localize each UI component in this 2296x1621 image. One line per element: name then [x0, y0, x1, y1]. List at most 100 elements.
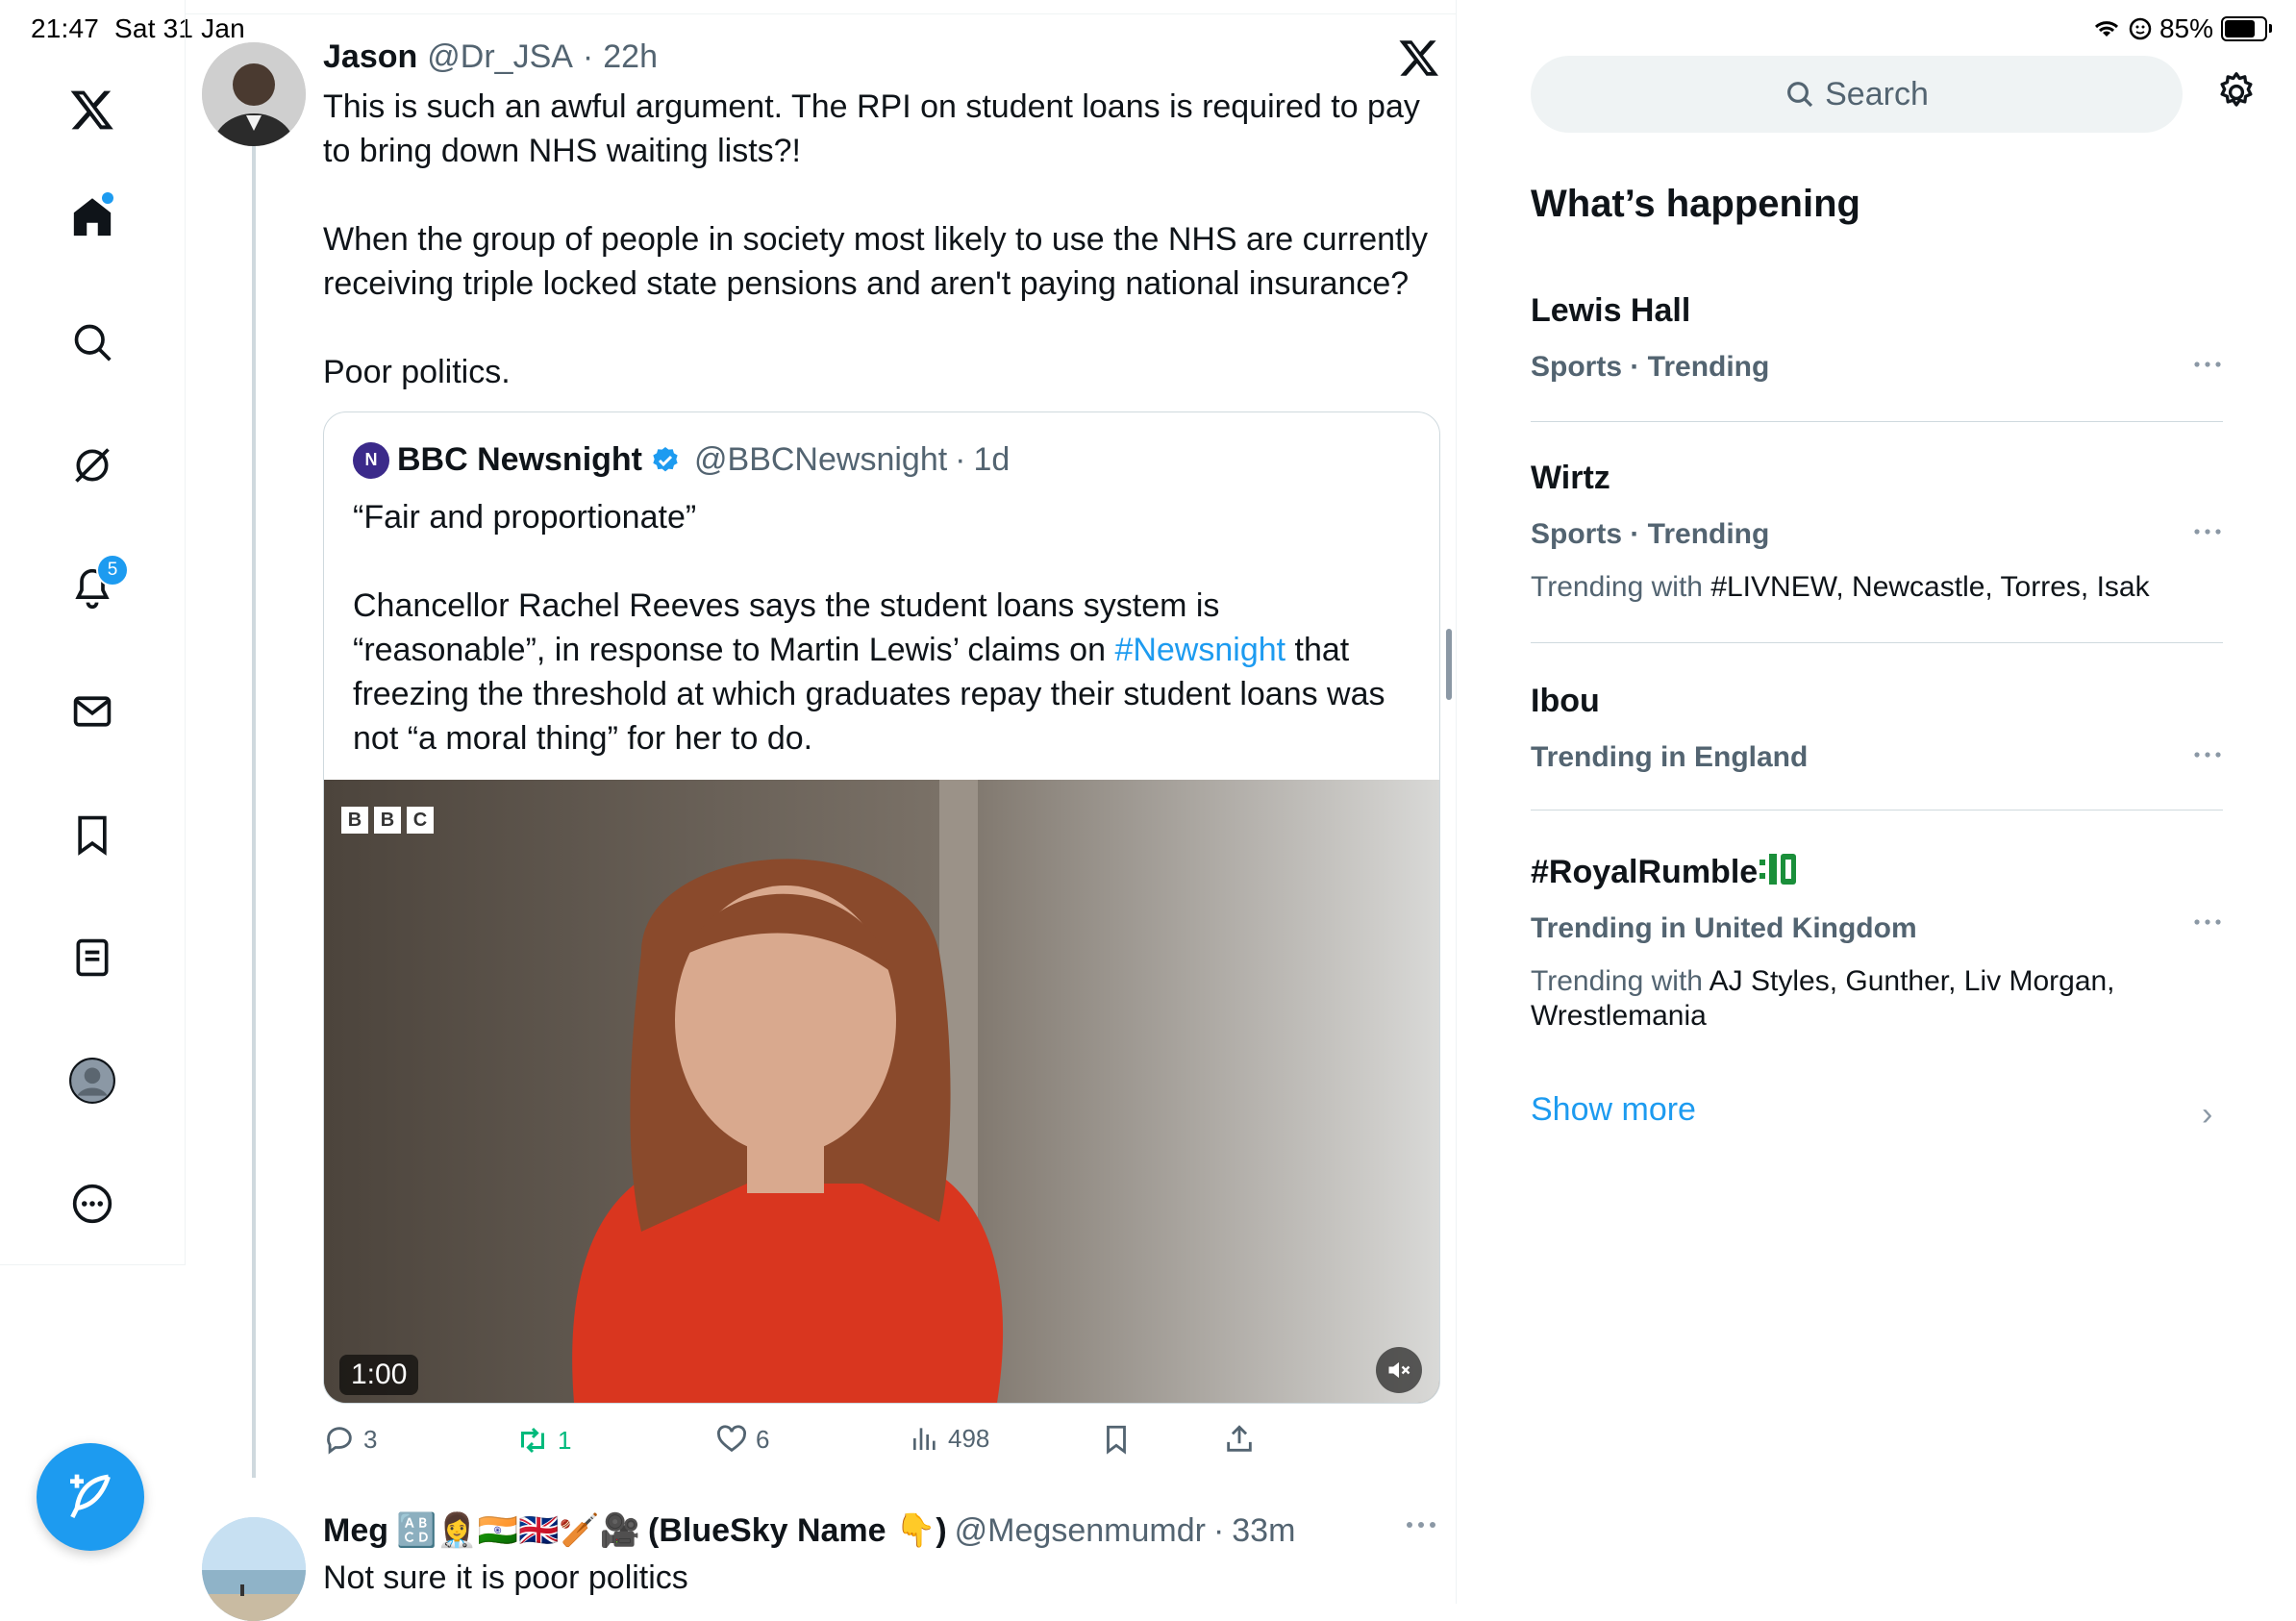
notifications-badge: 5	[96, 554, 129, 586]
tweet-actions: 3 1 6 498	[323, 1423, 1285, 1465]
quote-author-handle: @BBCNewsnight	[694, 441, 948, 478]
repost-button[interactable]: 1	[515, 1423, 571, 1458]
status-indicators: 85%	[2092, 13, 2272, 44]
trend-with: Trending with AJ Styles, Gunther, Liv Mo…	[1531, 965, 2115, 1032]
tweet-paragraph: This is such an awful argument. The RPI …	[323, 88, 1420, 169]
tweet-paragraph: Poor politics.	[323, 354, 511, 390]
trend-name: Lewis Hall	[1531, 292, 1691, 329]
hashtag-link[interactable]: #Newsnight	[1114, 632, 1285, 668]
trend-name: Ibou	[1531, 683, 1600, 719]
author-name[interactable]: Jason	[323, 38, 417, 76]
gear-icon[interactable]	[2215, 71, 2258, 113]
author-handle[interactable]: @Megsenmumdr	[955, 1512, 1206, 1550]
tweet-time[interactable]: 22h	[603, 38, 658, 76]
like-count: 6	[756, 1424, 770, 1454]
newsnight-logo-icon: N	[353, 441, 389, 479]
trend-meta: Sports · Trending	[1531, 351, 1770, 383]
quote-header: N BBC Newsnight @BBCNewsnight · 1d	[353, 441, 1010, 479]
scrollbar[interactable]	[1446, 629, 1452, 700]
thread-connector	[252, 146, 256, 1478]
whats-happening-title: What’s happening	[1531, 183, 1860, 225]
tweet-paragraph: When the group of people in society most…	[323, 221, 1429, 302]
repost-icon	[521, 1427, 544, 1454]
nav-profile[interactable]	[63, 1052, 121, 1110]
focus-icon	[2129, 17, 2152, 40]
quote-line: “Fair and proportionate”	[353, 499, 697, 536]
repost-count: 1	[558, 1425, 572, 1455]
more-options-icon[interactable]	[2192, 917, 2223, 927]
trend-item[interactable]: Ibou Trending in England	[1531, 683, 2223, 774]
x-logo-icon[interactable]	[1398, 37, 1440, 79]
trend-with: Trending with #LIVNEW, Newcastle, Torres…	[1531, 571, 2150, 603]
nav-search[interactable]	[63, 313, 121, 371]
x-logo-icon[interactable]	[63, 81, 121, 138]
royal-rumble-hashflag-icon	[1759, 854, 1797, 885]
trend-item[interactable]: Lewis Hall Sports · Trending	[1531, 292, 2223, 384]
quote-paragraph: Chancellor Rachel Reeves says the studen…	[353, 587, 1385, 757]
compose-quill-icon	[70, 1474, 111, 1519]
avatar[interactable]	[202, 1517, 306, 1621]
home-unread-dot	[102, 192, 113, 204]
author-handle[interactable]: @Dr_JSA	[427, 38, 573, 76]
views-button[interactable]: 498	[910, 1423, 989, 1454]
heart-icon	[717, 1425, 746, 1453]
bookmark-icon	[1107, 1425, 1126, 1455]
nav-bookmarks[interactable]	[63, 806, 121, 863]
share-button[interactable]	[1223, 1423, 1256, 1456]
nav-lists[interactable]	[63, 929, 121, 986]
more-options-icon[interactable]	[2192, 360, 2223, 369]
quoted-tweet[interactable]: N BBC Newsnight @BBCNewsnight · 1d “Fair…	[323, 411, 1440, 1404]
battery-level	[2225, 20, 2255, 37]
compose-button[interactable]	[37, 1443, 144, 1551]
reply-button[interactable]: 3	[323, 1423, 377, 1456]
video-frame	[324, 780, 1439, 1403]
lists-icon	[76, 938, 109, 977]
mail-icon	[73, 696, 112, 727]
separator: ·	[1212, 1512, 1225, 1549]
like-button[interactable]: 6	[715, 1423, 769, 1456]
separator: ·	[955, 441, 966, 478]
avatar[interactable]	[202, 42, 306, 146]
mute-button[interactable]	[1376, 1347, 1422, 1393]
tweet-text: This is such an awful argument. The RPI …	[323, 85, 1438, 438]
reply-icon	[327, 1427, 352, 1455]
share-icon	[1227, 1425, 1252, 1452]
nav-notifications[interactable]: 5	[63, 554, 129, 617]
nav-grok[interactable]	[63, 436, 121, 494]
tweet-time[interactable]: 33m	[1232, 1512, 1295, 1550]
divider	[1531, 421, 2223, 422]
search-input[interactable]: Search	[1531, 56, 2183, 133]
battery-percent: 85%	[2159, 13, 2213, 43]
reply-count: 3	[363, 1424, 378, 1454]
show-more-link[interactable]: Show more	[1531, 1091, 1696, 1129]
nav-messages[interactable]	[63, 683, 121, 740]
chevron-right-icon[interactable]: ›	[2202, 1096, 2212, 1134]
trend-meta: Sports · Trending	[1531, 518, 1770, 550]
search-icon	[1787, 82, 1813, 108]
author-name[interactable]: Meg	[323, 1512, 388, 1550]
bookmark-icon	[78, 815, 107, 856]
reply-text: Not sure it is poor politics	[323, 1559, 688, 1596]
search-icon	[74, 324, 112, 362]
side-nav: 5	[0, 0, 186, 1265]
video-player[interactable]: BBC 1:00	[324, 780, 1439, 1403]
trend-item[interactable]: Wirtz Sports · Trending Trending with #L…	[1531, 460, 2223, 605]
more-options-icon[interactable]	[2192, 750, 2223, 760]
quote-text: “Fair and proportionate” Chancellor Rach…	[353, 495, 1410, 805]
nav-more[interactable]	[63, 1175, 121, 1233]
bbc-logo: BBC	[341, 807, 434, 834]
more-options-icon[interactable]	[1404, 1519, 1438, 1531]
author-emojis: 🔠👩‍⚕️🇮🇳🇬🇧🏏🎥	[396, 1512, 641, 1549]
trend-meta: Trending in England	[1531, 741, 1809, 773]
verified-badge-icon	[653, 446, 678, 471]
trend-item[interactable]: #RoyalRumble Trending in United Kingdom …	[1531, 850, 2223, 1034]
nav-home[interactable]	[63, 188, 121, 246]
more-options-icon[interactable]	[2192, 527, 2223, 536]
bookmark-button[interactable]	[1100, 1423, 1133, 1456]
search-placeholder: Search	[1825, 75, 1929, 112]
separator: ·	[582, 38, 594, 75]
video-duration: 1:00	[339, 1355, 419, 1395]
battery-icon	[2221, 16, 2272, 41]
views-chart-icon	[913, 1428, 936, 1450]
trend-name: #RoyalRumble	[1531, 850, 2223, 891]
